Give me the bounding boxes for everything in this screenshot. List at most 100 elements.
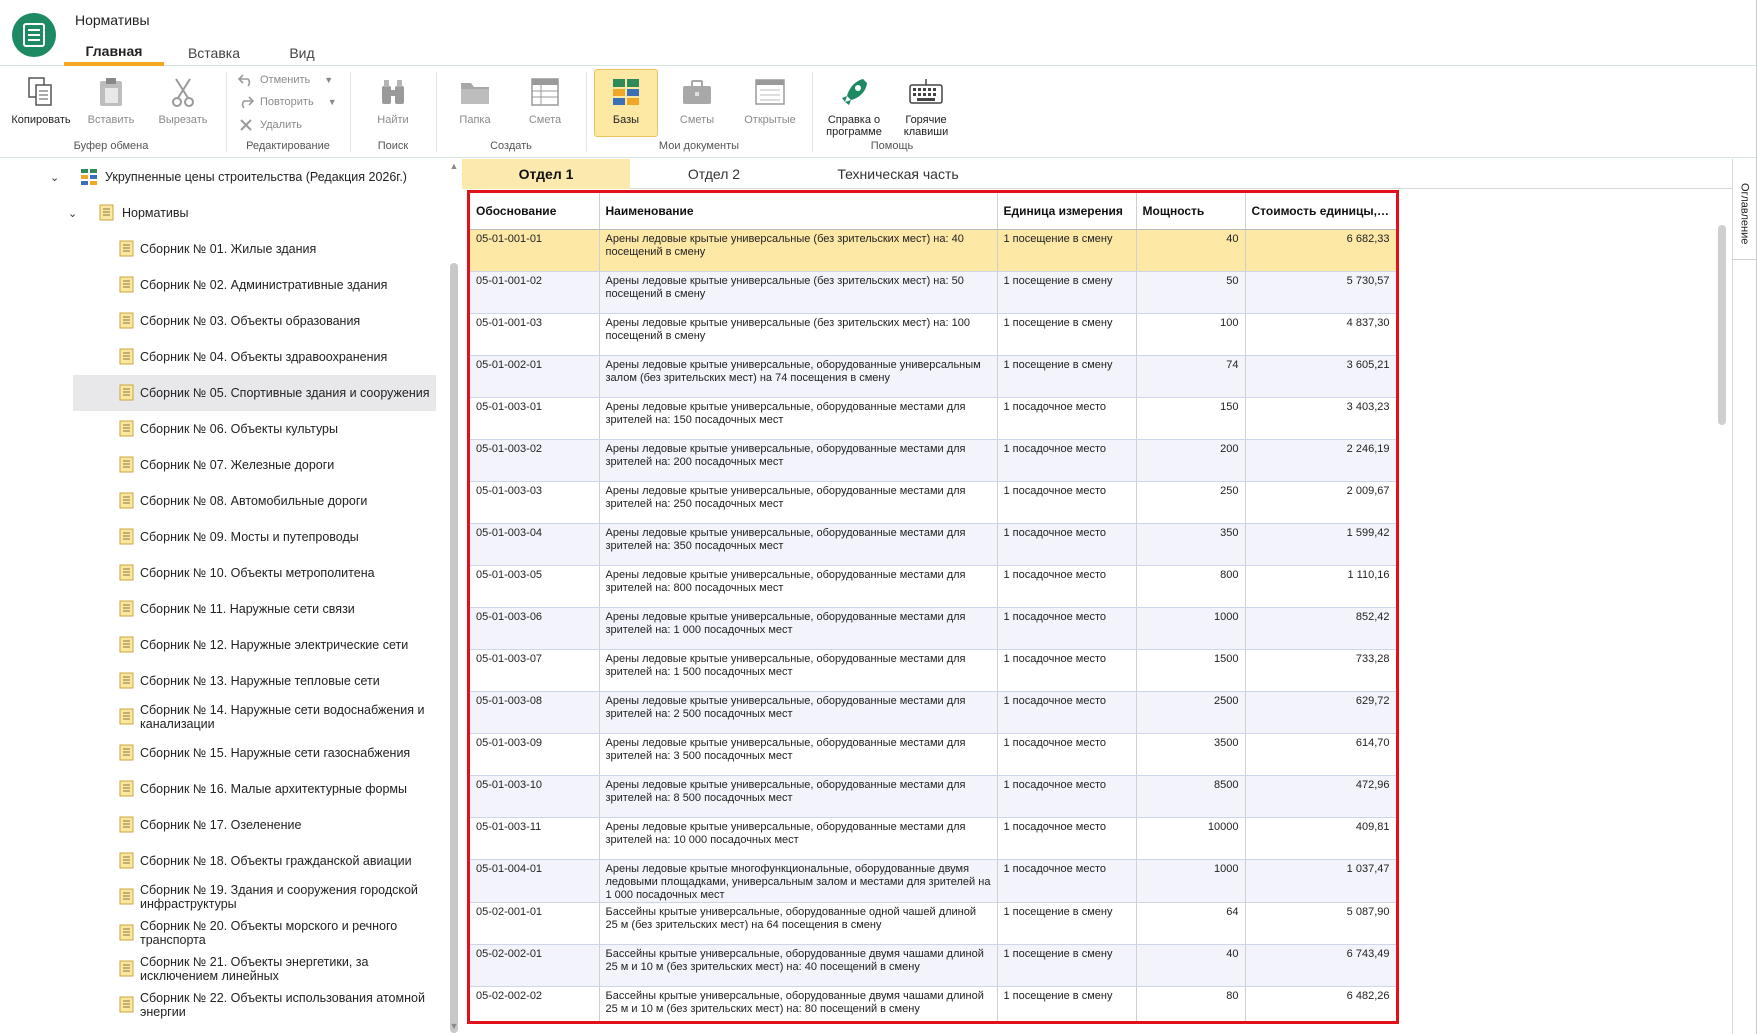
opened-button[interactable]: Открытые — [734, 74, 806, 126]
hotkeys-button[interactable]: Горячие клавиши — [888, 74, 964, 138]
table-row[interactable]: 05-01-001-02 Арены ледовые крытые универс… — [470, 271, 1396, 314]
tree-item-collection[interactable]: Сборник № 18. Объекты гражданской авиаци… — [0, 843, 440, 879]
tab-insert[interactable]: Вставка — [178, 40, 250, 66]
dropdown-caret-icon[interactable]: ▼ — [324, 75, 333, 85]
cell-unit: 1 посадочное место — [997, 481, 1137, 524]
tree-item-collection[interactable]: Сборник № 06. Объекты культуры — [0, 411, 440, 447]
tree-item-collection[interactable]: Сборник № 14. Наружные сети водоснабжени… — [0, 699, 440, 735]
tree-item-collection[interactable]: Сборник № 22. Объекты использования атом… — [0, 987, 440, 1023]
tree-item-collection[interactable]: Сборник № 16. Малые архитектурные формы — [0, 771, 440, 807]
cell-capacity: 1000 — [1136, 607, 1246, 650]
tree-root-node[interactable]: ⌄ Укрупненные цены строительства (Редакци… — [0, 159, 440, 195]
cell-unit: 1 посадочное место — [997, 523, 1137, 566]
tree-item-collection[interactable]: Сборник № 03. Объекты образования — [0, 303, 440, 339]
chevron-down-icon[interactable]: ⌄ — [50, 171, 59, 184]
group-clipboard: Буфер обмена — [73, 140, 149, 152]
tree-item-collection[interactable]: Сборник № 07. Железные дороги — [0, 447, 440, 483]
estimates-button[interactable]: Сметы — [664, 74, 730, 126]
tab-home[interactable]: Главная — [64, 40, 164, 66]
scroll-up-icon[interactable]: ▲ — [448, 161, 460, 171]
keyboard-icon — [908, 74, 944, 110]
toc-tab[interactable]: Оглавление — [1732, 168, 1757, 260]
about-button[interactable]: Справка о программе — [816, 74, 892, 138]
folder-button[interactable]: Папка — [442, 74, 508, 126]
table-row[interactable]: 05-01-003-04 Арены ледовые крытые универс… — [470, 523, 1396, 566]
tree-item-collection[interactable]: Сборник № 04. Объекты здравоохранения — [0, 339, 440, 375]
table-row[interactable]: 05-01-003-05 Арены ледовые крытые универс… — [470, 565, 1396, 608]
table-row[interactable]: 05-01-003-08 Арены ледовые крытые универс… — [470, 691, 1396, 734]
table-row[interactable]: 05-01-001-03 Арены ледовые крытые универс… — [470, 313, 1396, 356]
table-row[interactable]: 05-01-004-01 Арены ледовые крытые многофу… — [470, 859, 1396, 903]
tree-item-collection[interactable]: Сборник № 05. Спортивные здания и сооруж… — [73, 375, 436, 411]
undo-button[interactable]: Отменить ▼ — [238, 72, 333, 88]
app-logo[interactable] — [12, 13, 56, 57]
close-icon — [238, 117, 254, 133]
table-row[interactable]: 05-01-003-06 Арены ледовые крытые универс… — [470, 607, 1396, 650]
tree-item-collection[interactable]: Сборник № 13. Наружные тепловые сети — [0, 663, 440, 699]
tree-item-collection[interactable]: Сборник № 02. Административные здания — [0, 267, 440, 303]
table-row[interactable]: 05-01-001-01 Арены ледовые крытые универс… — [470, 229, 1396, 272]
tree-item-collection[interactable]: Сборник № 17. Озеленение — [0, 807, 440, 843]
table-row[interactable]: 05-02-001-01 Бассейны крытые универсальны… — [470, 902, 1396, 945]
content-scrollbar[interactable] — [1718, 225, 1726, 425]
table-row[interactable]: 05-01-002-01 Арены ледовые крытые универс… — [470, 355, 1396, 398]
rocket-icon — [836, 74, 872, 110]
tree-item-collection[interactable]: Сборник № 21. Объекты энергетики, за иск… — [0, 951, 440, 987]
column-header-unit[interactable]: Единица измерения — [997, 193, 1137, 230]
copy-button[interactable]: Копировать — [6, 74, 76, 126]
tree-item-collection[interactable]: Сборник № 11. Наружные сети связи — [0, 591, 440, 627]
scroll-thumb[interactable] — [450, 263, 458, 1033]
table-row[interactable]: 05-01-003-07 Арены ледовые крытые универс… — [470, 649, 1396, 692]
find-button[interactable]: Найти — [358, 74, 428, 126]
tree-item-collection[interactable]: Сборник № 09. Мосты и путепроводы — [0, 519, 440, 555]
dropdown-caret-icon[interactable]: ▼ — [328, 97, 337, 107]
table-row[interactable]: 05-01-003-10 Арены ледовые крытые универс… — [470, 775, 1396, 818]
folder-icon — [457, 74, 493, 110]
cut-button[interactable]: Вырезать — [148, 74, 218, 126]
paste-button[interactable]: Вставить — [78, 74, 144, 126]
group-editing: Редактирование — [246, 140, 330, 152]
tree-item-collection[interactable]: Сборник № 19. Здания и сооружения городс… — [0, 879, 440, 915]
tree-item-collection[interactable]: Сборник № 01. Жилые здания — [0, 231, 440, 267]
table-row[interactable]: 05-01-003-03 Арены ледовые крытые универс… — [470, 481, 1396, 524]
spreadsheet-icon — [527, 74, 563, 110]
cell-unit: 1 посещение в смену — [997, 229, 1137, 272]
tab-section-1[interactable]: Отдел 1 — [462, 159, 630, 189]
tree-folder-node[interactable]: ⌄ Нормативы — [0, 195, 440, 231]
tab-view[interactable]: Вид — [280, 40, 324, 66]
cell-cost: 614,70 — [1245, 733, 1396, 776]
tree-item-collection[interactable]: Сборник № 10. Объекты метрополитена — [0, 555, 440, 591]
table-row[interactable]: 05-01-003-09 Арены ледовые крытые универс… — [470, 733, 1396, 776]
estimate-button[interactable]: Смета — [512, 74, 578, 126]
tree-item-collection[interactable]: Сборник № 15. Наружные сети газоснабжени… — [0, 735, 440, 771]
table-row[interactable]: 05-01-003-11 Арены ледовые крытые универс… — [470, 817, 1396, 860]
tree-item-collection[interactable]: Сборник № 08. Автомобильные дороги — [0, 483, 440, 519]
column-header-cost[interactable]: Стоимость единицы, ты... — [1245, 193, 1396, 230]
tree-item-label: Сборник № 05. Спортивные здания и сооруж… — [140, 386, 430, 400]
tree-item-collection[interactable]: Сборник № 20. Объекты морского и речного… — [0, 915, 440, 951]
table-row[interactable]: 05-02-002-02 Бассейны крытые универсальны… — [470, 986, 1396, 1021]
cell-cost: 6 743,49 — [1245, 944, 1396, 987]
tab-section-2[interactable]: Отдел 2 — [630, 159, 798, 189]
tree-item-label: Укрупненные цены строительства (Редакция… — [105, 170, 407, 184]
delete-button[interactable]: Удалить — [238, 117, 302, 133]
column-header-code[interactable]: Обоснование — [470, 193, 600, 230]
cell-cost: 6 682,33 — [1245, 229, 1396, 272]
table-row[interactable]: 05-01-003-01 Арены ледовые крытые универс… — [470, 397, 1396, 440]
table-row[interactable]: 05-02-002-01 Бассейны крытые универсальны… — [470, 944, 1396, 987]
cell-name: Арены ледовые крытые универсальные, обор… — [599, 355, 998, 398]
column-header-name[interactable]: Наименование — [599, 193, 998, 230]
tree-item-collection[interactable]: Сборник № 12. Наружные электрические сет… — [0, 627, 440, 663]
chevron-down-icon[interactable]: ⌄ — [68, 207, 77, 220]
cell-code: 05-01-003-03 — [470, 481, 600, 524]
redo-button[interactable]: Повторить ▼ — [238, 94, 337, 110]
app-header: Нормативы Главная Вставка Вид — [0, 0, 1757, 66]
cell-code: 05-02-002-02 — [470, 986, 600, 1021]
scroll-down-icon[interactable]: ▼ — [448, 1021, 460, 1031]
table-row[interactable]: 05-01-003-02 Арены ледовые крытые универс… — [470, 439, 1396, 482]
tree-item-label: Сборник № 06. Объекты культуры — [140, 422, 338, 436]
tab-technical-part[interactable]: Техническая часть — [798, 159, 998, 189]
tree-scrollbar[interactable]: ▲ ▼ — [448, 159, 460, 1034]
bases-button[interactable]: Базы — [594, 69, 658, 137]
column-header-capacity[interactable]: Мощность — [1136, 193, 1246, 230]
